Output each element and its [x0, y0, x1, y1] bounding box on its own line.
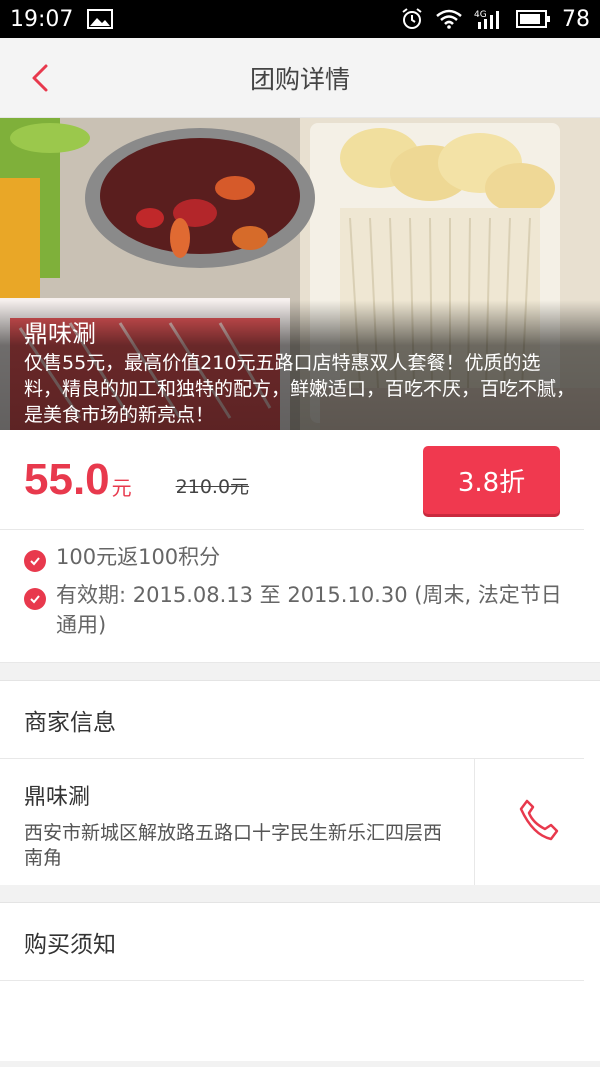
call-button[interactable]: [474, 759, 600, 885]
notice-section: 购买须知: [0, 903, 600, 1061]
status-time: 19:07: [10, 6, 74, 32]
battery-level: 78: [562, 6, 590, 32]
original-price: 210.0元: [175, 476, 250, 498]
merchant-section: 商家信息 鼎味涮 西安市新城区解放路五路口十字民生新乐汇四层西南角: [0, 681, 600, 885]
page-title: 团购详情: [249, 64, 350, 94]
image-icon: [87, 9, 114, 29]
perk-item: 100元返100积分: [24, 542, 576, 572]
check-circle-icon: [24, 588, 46, 610]
price-unit: 元: [111, 476, 132, 500]
price-card: 55.0 元 210.0元 3.8折 100元返100积分 有效期: 2015.…: [0, 430, 600, 663]
perk-text: 有效期: 2015.08.13 至 2015.10.30 (周末, 法定节日通用…: [56, 583, 562, 637]
battery-icon: [516, 10, 550, 28]
status-bar: 19:07 4G 78: [0, 0, 600, 38]
wifi-icon: [436, 9, 462, 29]
svg-text:4G: 4G: [474, 10, 487, 20]
nav-bar: 团购详情: [0, 38, 600, 118]
perk-item: 有效期: 2015.08.13 至 2015.10.30 (周末, 法定节日通用…: [24, 580, 576, 640]
deal-hero-image: 鼎味涮 仅售55元，最高价值210元五路口店特惠双人套餐！优质的选料，精良的加工…: [0, 118, 600, 430]
merchant-row: 鼎味涮 西安市新城区解放路五路口十字民生新乐汇四层西南角: [0, 759, 600, 885]
perk-text: 100元返100积分: [56, 545, 221, 569]
hero-description: 仅售55元，最高价值210元五路口店特惠双人套餐！优质的选料，精良的加工和独特的…: [24, 352, 576, 426]
discount-button[interactable]: 3.8折: [423, 446, 560, 514]
notice-section-title[interactable]: 购买须知: [0, 903, 584, 981]
merchant-address: 西安市新城区解放路五路口十字民生新乐汇四层西南角: [24, 822, 443, 869]
phone-icon: [513, 795, 563, 849]
merchant-name: 鼎味涮: [24, 785, 91, 810]
hero-shop-name: 鼎味涮: [24, 320, 96, 348]
merchant-info[interactable]: 鼎味涮 西安市新城区解放路五路口十字民生新乐汇四层西南角: [0, 759, 474, 885]
price-row: 55.0 元 210.0元 3.8折: [0, 430, 584, 530]
current-price: 55.0: [24, 454, 110, 504]
signal-4g-icon: 4G: [474, 8, 504, 30]
perks-list: 100元返100积分 有效期: 2015.08.13 至 2015.10.30 …: [0, 530, 600, 663]
merchant-section-title: 商家信息: [0, 681, 584, 759]
alarm-icon: [400, 7, 424, 31]
check-circle-icon: [24, 550, 46, 572]
chevron-left-icon[interactable]: [24, 60, 60, 96]
